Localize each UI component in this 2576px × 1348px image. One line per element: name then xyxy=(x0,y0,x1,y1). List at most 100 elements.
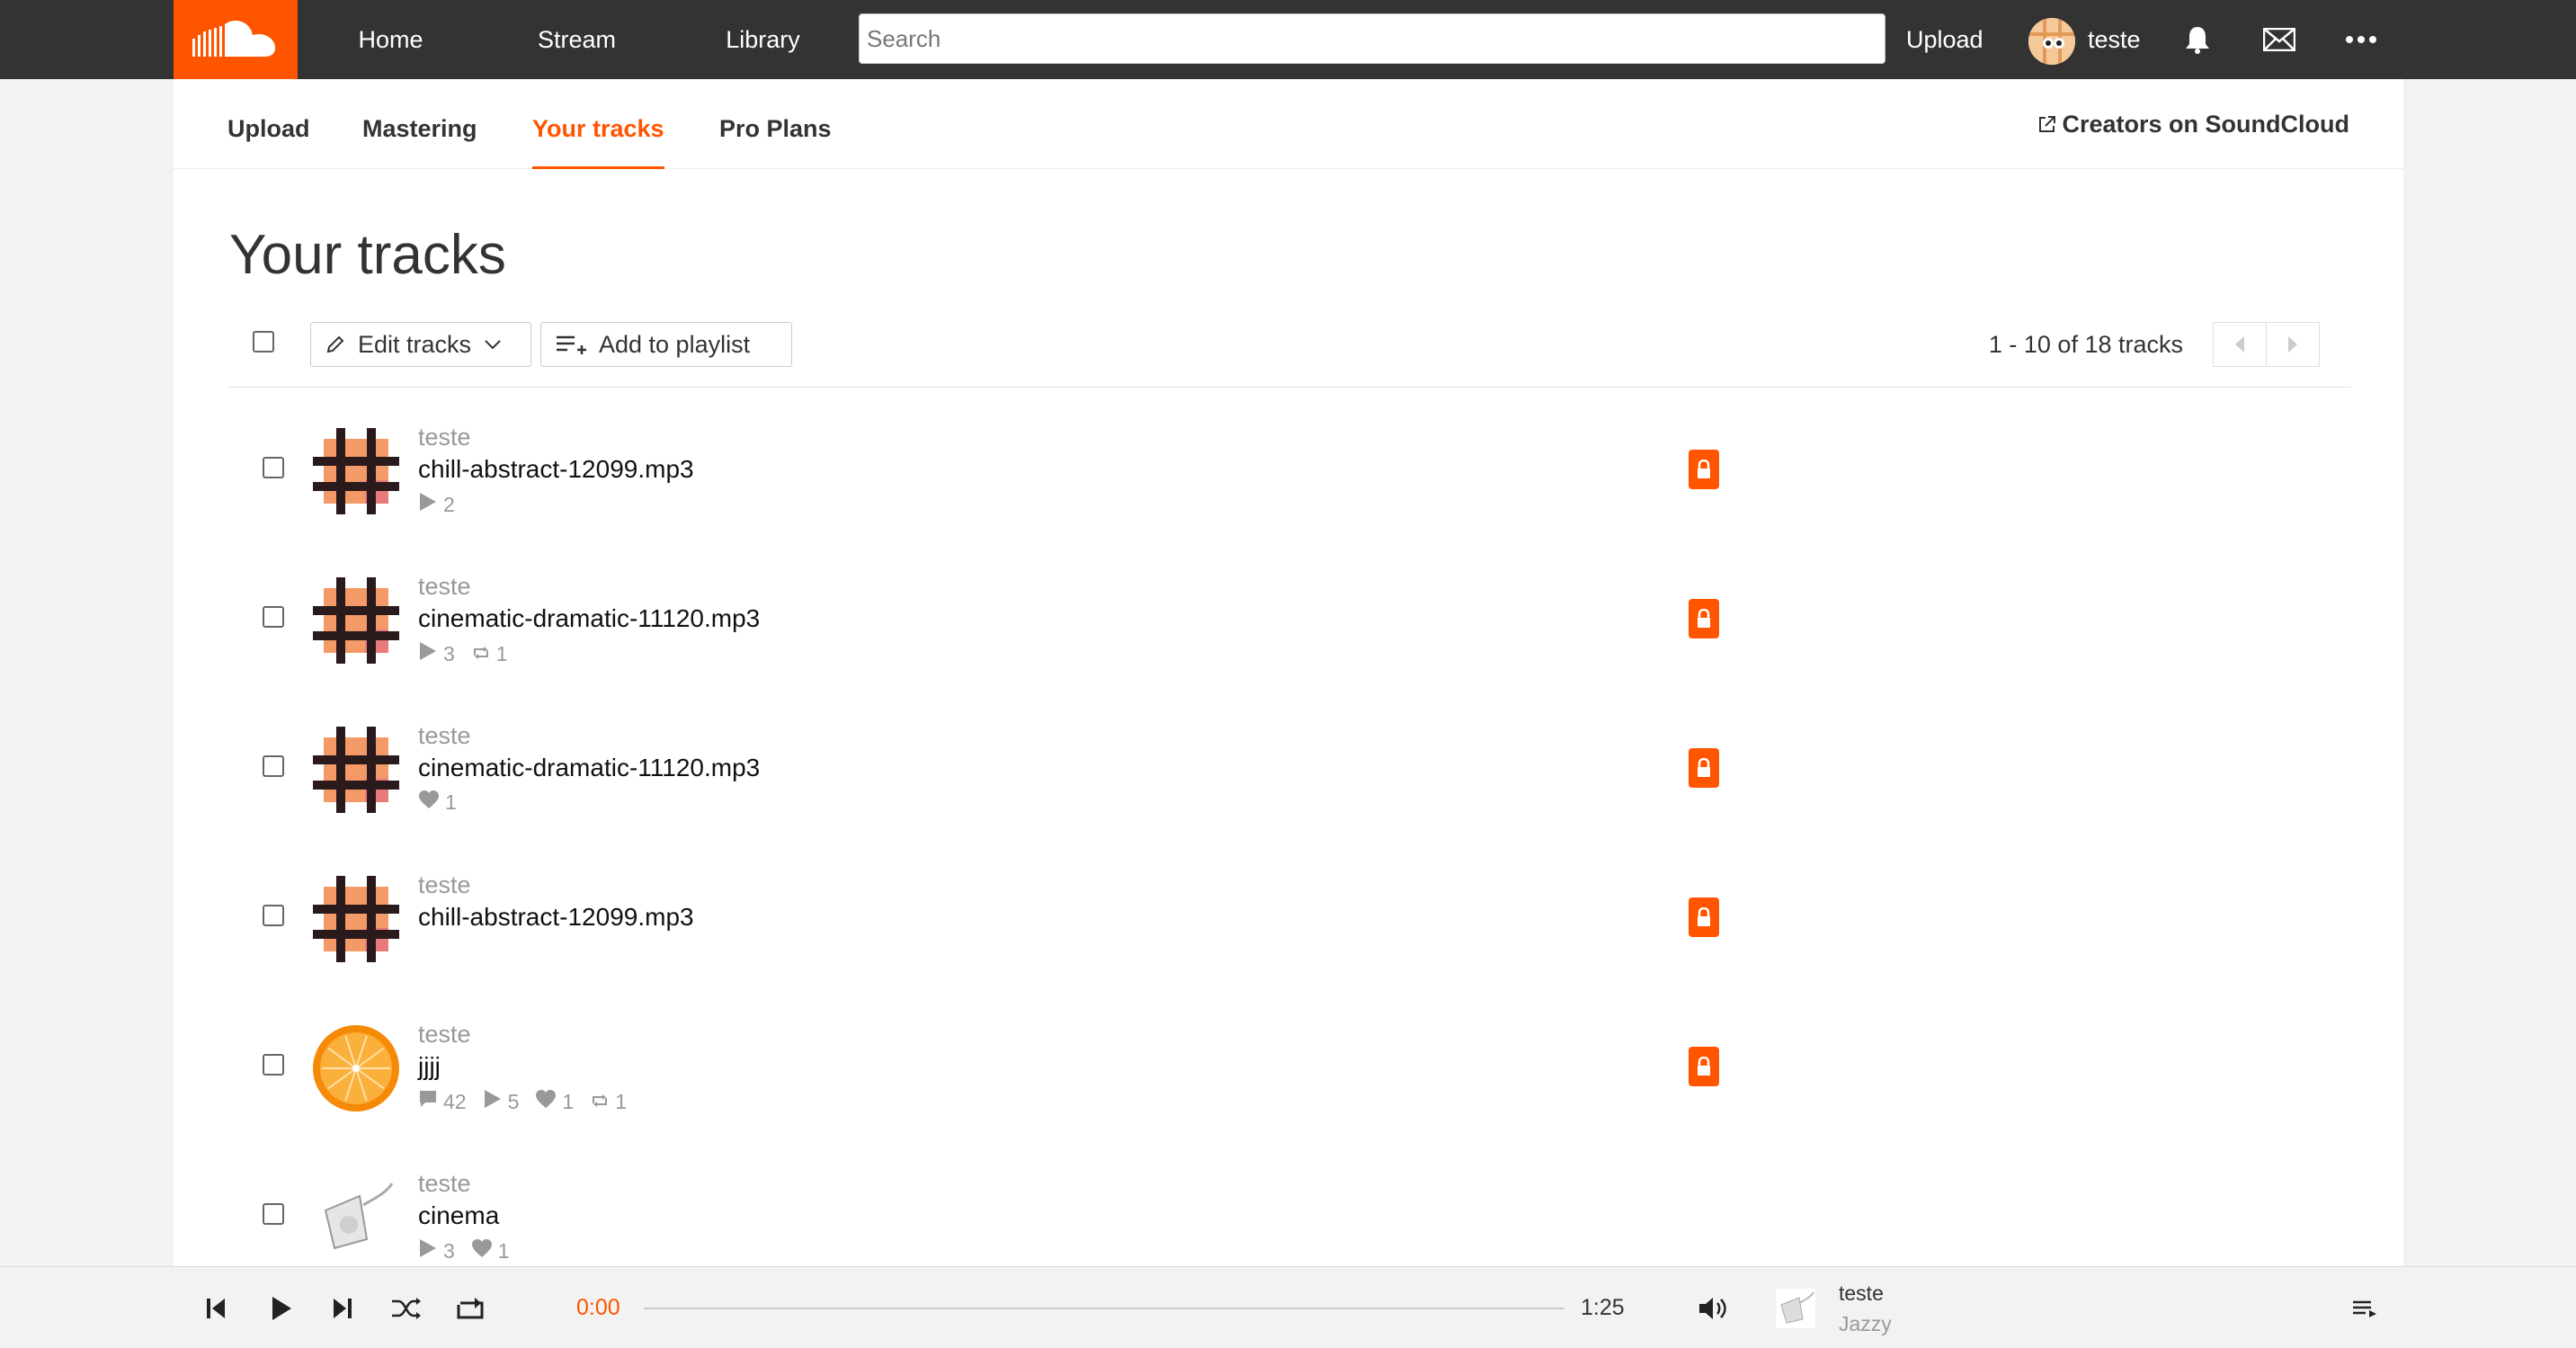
select-all-checkbox[interactable] xyxy=(253,331,274,353)
play-icon[interactable] xyxy=(263,1290,299,1326)
track-title[interactable]: cinema xyxy=(418,1201,499,1230)
lock-icon xyxy=(1689,450,1719,489)
nav-stream[interactable]: Stream xyxy=(484,0,670,79)
comment-icon xyxy=(418,1089,438,1114)
track-checkbox[interactable] xyxy=(263,905,284,926)
track-user[interactable]: teste xyxy=(418,1021,471,1049)
page-title: Your tracks xyxy=(229,224,506,286)
queue-icon[interactable] xyxy=(2347,1290,2383,1326)
speaker-art-icon xyxy=(313,1174,399,1264)
stat-value: 1 xyxy=(497,1238,510,1263)
edit-tracks-button[interactable]: Edit tracks xyxy=(310,322,531,367)
duration: 1:25 xyxy=(1581,1295,1625,1320)
track-stat: 5 xyxy=(483,1088,519,1115)
player-bar: 0:00 1:25 teste Jazzy xyxy=(0,1266,2576,1348)
tab-mastering[interactable]: Mastering xyxy=(362,79,477,169)
track-row[interactable]: teste chill-abstract-12099.mp3 2 xyxy=(174,412,2403,561)
add-to-playlist-button[interactable]: Add to playlist xyxy=(540,322,792,367)
creators-link[interactable]: Creators on SoundCloud xyxy=(2037,79,2349,169)
now-playing-artwork[interactable] xyxy=(1776,1289,1815,1328)
next-track-icon[interactable] xyxy=(325,1290,361,1326)
toolbar-divider xyxy=(227,387,2351,388)
track-row[interactable]: teste chill-abstract-12099.mp3 xyxy=(174,860,2403,1009)
prev-page-button[interactable] xyxy=(2213,322,2267,367)
track-stats: 31 xyxy=(418,1237,510,1264)
track-stats: 1 xyxy=(418,790,457,815)
track-stat: 42 xyxy=(418,1089,467,1114)
lock-icon xyxy=(1689,599,1719,638)
sub-navigation: Upload Mastering Your tracks Pro Plans C… xyxy=(174,79,2403,169)
repost-icon xyxy=(471,642,491,666)
heart-icon xyxy=(535,1089,557,1114)
track-artwork[interactable] xyxy=(313,727,399,813)
track-title[interactable]: cinematic-dramatic-11120.mp3 xyxy=(418,604,760,633)
track-checkbox[interactable] xyxy=(263,1203,284,1225)
stat-value: 2 xyxy=(443,492,455,516)
header-upload-link[interactable]: Upload xyxy=(1906,0,1983,79)
speaker-art-icon xyxy=(1776,1289,1815,1328)
track-artwork[interactable] xyxy=(313,428,399,514)
mail-icon[interactable] xyxy=(2261,22,2297,58)
now-playing-user[interactable]: teste xyxy=(1839,1281,1884,1306)
track-checkbox[interactable] xyxy=(263,606,284,628)
track-title[interactable]: chill-abstract-12099.mp3 xyxy=(418,455,694,484)
soundcloud-logo-icon xyxy=(192,21,275,57)
track-user[interactable]: teste xyxy=(418,1170,471,1198)
track-title[interactable]: cinematic-dramatic-11120.mp3 xyxy=(418,754,760,782)
tab-pro-plans[interactable]: Pro Plans xyxy=(719,79,832,169)
track-user[interactable]: teste xyxy=(418,424,471,451)
next-page-button[interactable] xyxy=(2266,322,2320,367)
volume-icon[interactable] xyxy=(1695,1290,1731,1326)
track-row[interactable]: teste cinematic-dramatic-11120.mp3 3 1 xyxy=(174,561,2403,710)
track-title[interactable]: chill-abstract-12099.mp3 xyxy=(418,903,694,932)
track-artwork[interactable] xyxy=(313,577,399,664)
soundcloud-logo[interactable] xyxy=(174,0,298,79)
more-options-icon[interactable] xyxy=(2343,22,2379,58)
track-stats: 2 xyxy=(418,491,455,518)
now-playing-title[interactable]: Jazzy xyxy=(1839,1312,1892,1336)
track-checkbox[interactable] xyxy=(263,1054,284,1076)
track-title[interactable]: jjjj xyxy=(418,1052,441,1081)
lock-icon xyxy=(1689,897,1719,937)
track-user[interactable]: teste xyxy=(418,722,471,750)
track-stat: 1 xyxy=(471,642,508,666)
progress-bar[interactable] xyxy=(644,1308,1564,1309)
shuffle-icon[interactable] xyxy=(388,1290,424,1326)
top-header: Home Stream Library Upload teste xyxy=(0,0,2576,79)
track-stat: 1 xyxy=(535,1089,574,1114)
track-artwork[interactable] xyxy=(313,876,399,962)
avatar-image-icon xyxy=(2028,18,2075,65)
add-to-playlist-label: Add to playlist xyxy=(599,330,751,358)
previous-track-icon[interactable] xyxy=(198,1290,234,1326)
chevron-right-icon xyxy=(2288,336,2297,353)
track-row[interactable]: teste cinematic-dramatic-11120.mp3 1 xyxy=(174,710,2403,860)
track-checkbox[interactable] xyxy=(263,457,284,478)
search-input[interactable] xyxy=(859,13,1885,64)
play-icon xyxy=(418,1237,438,1264)
track-artwork[interactable] xyxy=(313,1174,399,1261)
stat-value: 3 xyxy=(443,641,455,665)
track-row[interactable]: teste jjjj 42 5 1 1 xyxy=(174,1009,2403,1158)
play-icon xyxy=(418,640,438,667)
track-user[interactable]: teste xyxy=(418,871,471,899)
grid-art-icon xyxy=(313,428,399,518)
nav-home[interactable]: Home xyxy=(298,0,484,79)
stat-value: 1 xyxy=(495,641,508,665)
repeat-icon[interactable] xyxy=(452,1290,488,1326)
tab-your-tracks[interactable]: Your tracks xyxy=(532,79,664,169)
nav-library[interactable]: Library xyxy=(670,0,856,79)
avatar[interactable] xyxy=(2028,18,2075,65)
tab-upload[interactable]: Upload xyxy=(227,79,310,169)
heart-icon xyxy=(471,1238,493,1263)
header-username[interactable]: teste xyxy=(2088,0,2141,79)
track-user[interactable]: teste xyxy=(418,573,471,601)
track-artwork[interactable] xyxy=(313,1025,399,1111)
chevron-left-icon xyxy=(2235,336,2244,353)
bell-icon[interactable] xyxy=(2179,22,2215,58)
stat-value: 3 xyxy=(443,1238,455,1263)
track-checkbox[interactable] xyxy=(263,755,284,777)
track-stat: 1 xyxy=(418,790,457,815)
track-stats: 31 xyxy=(418,640,508,667)
stat-value: 1 xyxy=(445,790,457,814)
play-icon xyxy=(418,491,438,518)
